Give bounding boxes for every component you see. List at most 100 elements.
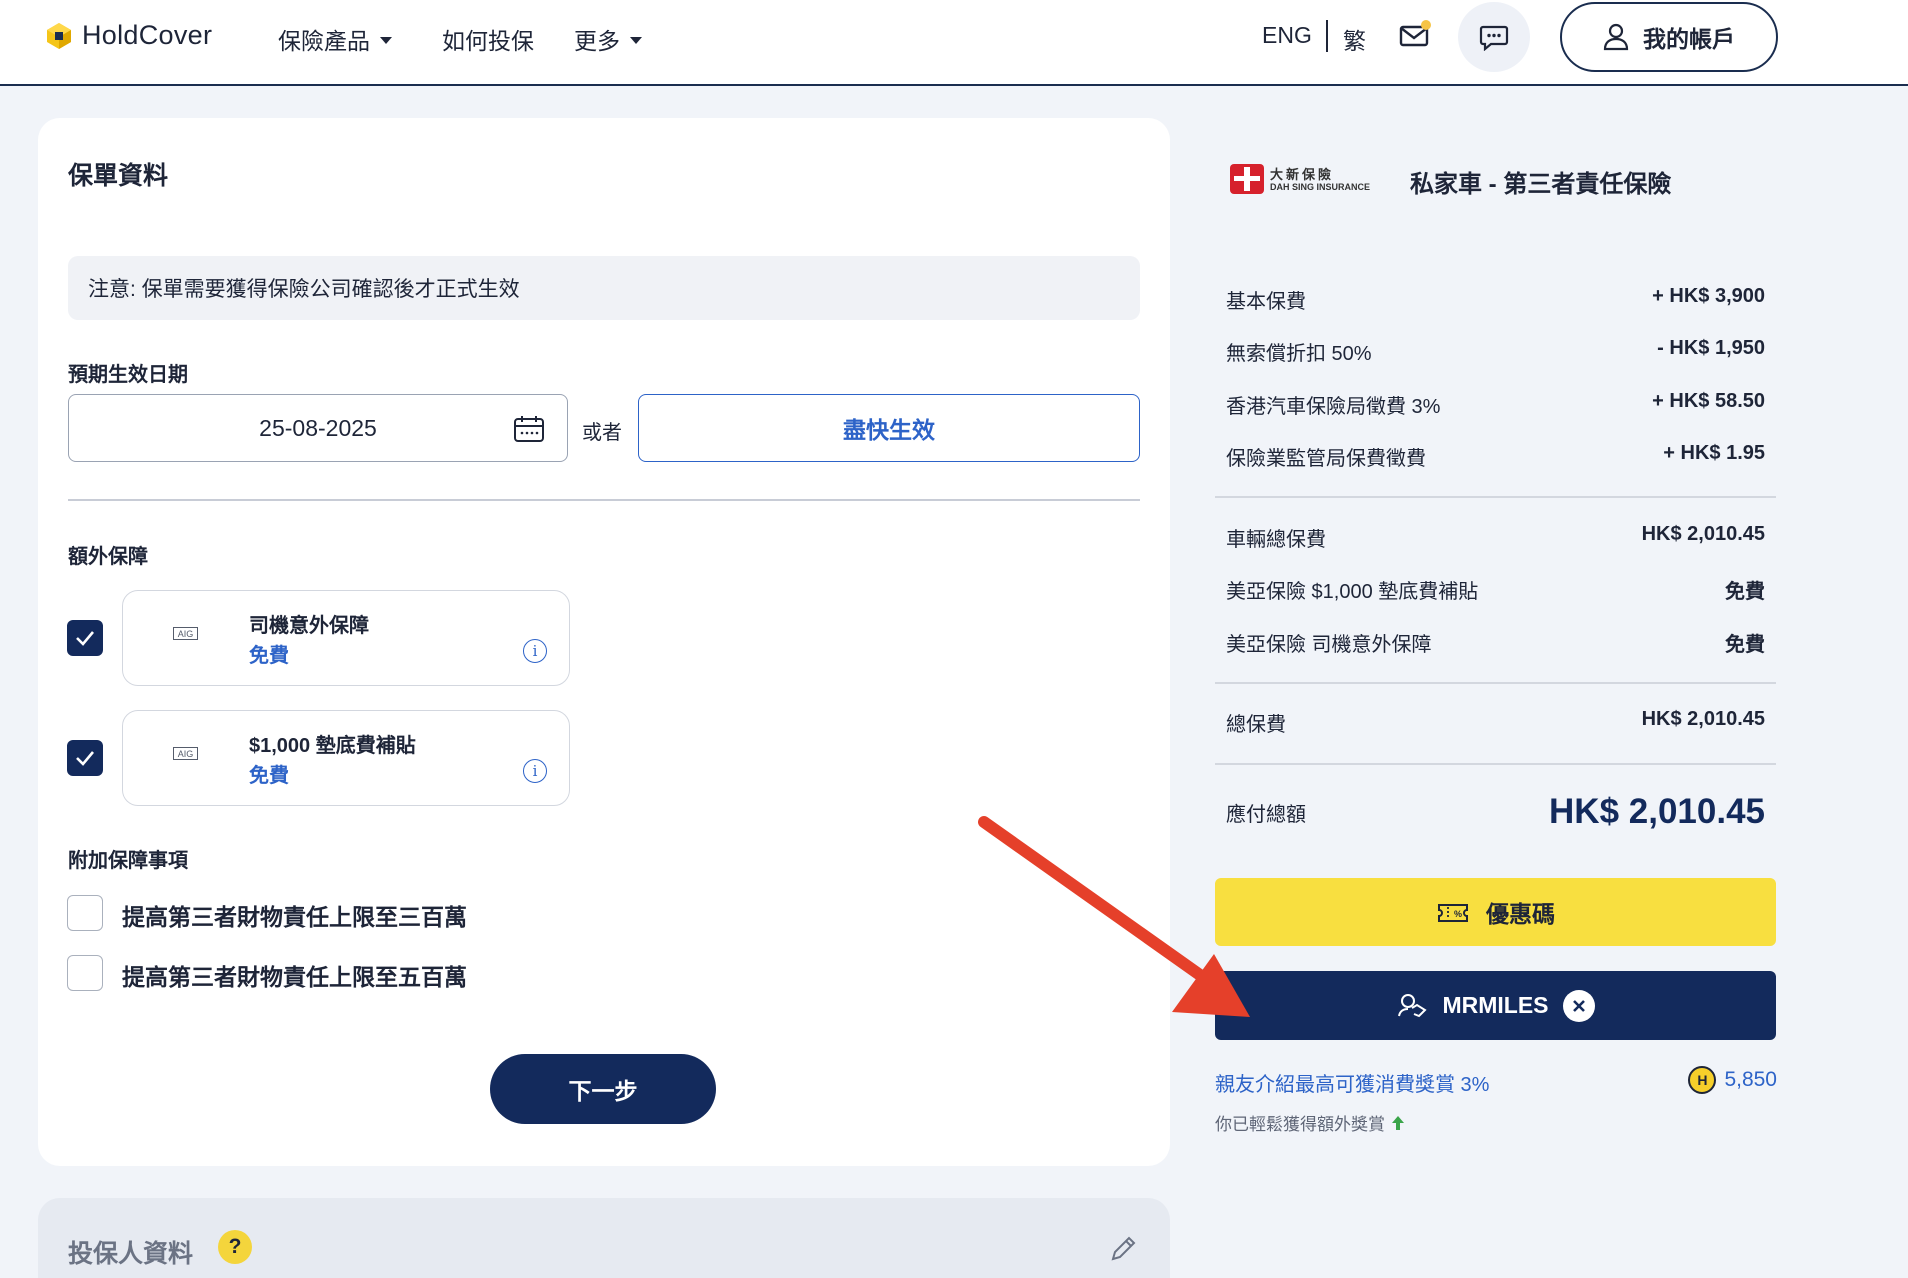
logo-cube-icon — [47, 22, 71, 49]
optional-coverage-label: 附加保障事項 — [68, 850, 188, 872]
total-premium-label: 總保費 — [1226, 714, 1286, 736]
fee-label: 美亞保險 $1,000 墊底費補貼 — [1226, 581, 1479, 603]
nav-products-label: 保險產品 — [278, 28, 370, 54]
fee-value: HK$ 2,010.45 — [1641, 523, 1765, 545]
fee-value: + HK$ 3,900 — [1652, 285, 1765, 307]
coupon-icon: % — [1438, 904, 1468, 922]
addon-checkbox-excess-subsidy[interactable] — [67, 740, 103, 776]
or-text: 或者 — [582, 422, 622, 444]
fee-label: 車輛總保費 — [1226, 529, 1326, 551]
fee-value: + HK$ 58.50 — [1652, 390, 1765, 412]
product-title: 私家車 - 第三者責任保險 — [1410, 171, 1672, 198]
info-icon[interactable]: i — [523, 759, 547, 783]
effective-date-label: 預期生效日期 — [68, 364, 188, 386]
fee-label: 美亞保險 司機意外保障 — [1226, 634, 1432, 656]
top-header: HoldCover 保險產品 如何投保 更多 ENG 繁 我的帳戶 — [0, 0, 1908, 86]
summary-divider — [1215, 496, 1776, 498]
pencil-icon[interactable] — [1108, 1234, 1138, 1264]
section-divider — [68, 499, 1140, 501]
optional-checkbox-3m[interactable] — [67, 895, 103, 931]
payable-label: 應付總額 — [1226, 804, 1306, 826]
fee-label: 無索償折扣 50% — [1226, 343, 1372, 365]
coin-icon: H — [1688, 1066, 1717, 1094]
policy-title: 保單資料 — [68, 162, 169, 190]
promo-code-button[interactable]: % 優惠碼 — [1215, 878, 1776, 946]
addon-checkbox-driver-accident[interactable] — [67, 620, 103, 656]
svg-text:%: % — [1454, 909, 1462, 919]
fee-label: 基本保費 — [1226, 291, 1306, 313]
addon-title: 司機意外保障 — [249, 615, 369, 637]
nav-more-label: 更多 — [574, 28, 620, 54]
addon-card-driver-accident[interactable]: AIG 司機意外保障 免費 i — [122, 590, 570, 686]
fee-value: 免費 — [1725, 581, 1765, 603]
nav-products[interactable]: 保險產品 — [278, 22, 392, 56]
addon-card-excess-subsidy[interactable]: AIG $1,000 墊底費補貼 免費 i — [122, 710, 570, 806]
dah-sing-mark-icon — [1230, 164, 1264, 194]
help-icon[interactable]: ? — [218, 1230, 252, 1264]
fee-label: 保險業監管局保費徵費 — [1226, 448, 1426, 470]
payable-amount: HK$ 2,010.45 — [1549, 792, 1765, 831]
handshake-icon — [1398, 993, 1428, 1017]
checkmark-icon — [76, 631, 94, 646]
nav-how-to[interactable]: 如何投保 — [442, 22, 534, 56]
mrmiles-label: MRMILES — [1442, 992, 1549, 1018]
nav-how-to-label: 如何投保 — [442, 28, 534, 54]
coins-balance: H 5,850 — [1688, 1066, 1777, 1094]
applicant-title: 投保人資料 — [68, 1240, 194, 1268]
asap-button[interactable]: 盡快生效 — [638, 394, 1140, 462]
referral-link[interactable]: 親友介紹最高可獲消費獎賞 3% — [1215, 1068, 1489, 1097]
fee-value: - HK$ 1,950 — [1657, 337, 1765, 359]
calendar-icon[interactable] — [513, 415, 545, 443]
addon-title: $1,000 墊底費補貼 — [249, 735, 416, 757]
addon-price: 免費 — [249, 645, 289, 667]
insurer-name-cn: 大新保險 — [1270, 167, 1335, 182]
close-icon[interactable] — [1562, 989, 1595, 1022]
fee-label: 香港汽車保險局徵費 3% — [1226, 396, 1441, 418]
total-premium-value: HK$ 2,010.45 — [1641, 708, 1765, 730]
extra-reward-text: 你已輕鬆獲得額外獎賞 — [1215, 1115, 1385, 1134]
mrmiles-button[interactable]: MRMILES — [1215, 971, 1776, 1040]
chat-button[interactable] — [1458, 2, 1530, 72]
summary-divider — [1215, 763, 1776, 765]
summary-divider — [1215, 682, 1776, 684]
chevron-down-icon — [380, 36, 392, 44]
extra-reward-note: 你已輕鬆獲得額外獎賞 — [1215, 1110, 1405, 1135]
insurer-name-en: DAH SING INSURANCE — [1270, 182, 1371, 192]
user-icon — [1603, 23, 1629, 51]
logo-text: HoldCover — [82, 20, 213, 50]
asap-label: 盡快生效 — [843, 417, 935, 443]
promo-code-label: 優惠碼 — [1486, 901, 1555, 927]
effective-date-value: 25-08-2025 — [259, 414, 377, 441]
addon-price: 免費 — [249, 765, 289, 787]
checkmark-icon — [76, 751, 94, 766]
notification-dot — [1421, 20, 1431, 30]
nav-more[interactable]: 更多 — [574, 22, 642, 56]
chevron-down-icon — [630, 36, 642, 44]
optional-item-5m[interactable]: 提高第三者財物責任上限至五百萬 — [122, 958, 467, 992]
policy-notice: 注意: 保單需要獲得保險公司確認後才正式生效 — [68, 256, 1140, 320]
arrow-up-icon — [1392, 1115, 1404, 1130]
next-button[interactable]: 下一步 — [490, 1054, 716, 1124]
policy-notice-text: 注意: 保單需要獲得保險公司確認後才正式生效 — [88, 278, 520, 301]
optional-checkbox-5m[interactable] — [67, 955, 103, 991]
account-label: 我的帳戶 — [1643, 26, 1735, 52]
lang-traditional[interactable]: 繁 — [1343, 22, 1366, 56]
dah-sing-logo: 大新保險 DAH SING INSURANCE — [1230, 164, 1382, 196]
aig-logo: AIG — [173, 747, 198, 760]
effective-date-input[interactable]: 25-08-2025 — [68, 394, 568, 462]
chat-icon — [1479, 25, 1509, 51]
account-button[interactable]: 我的帳戶 — [1560, 2, 1778, 72]
holdcover-logo[interactable]: HoldCover — [44, 20, 212, 51]
coins-value: 5,850 — [1724, 1068, 1777, 1091]
policy-card: 保單資料 注意: 保單需要獲得保險公司確認後才正式生效 預期生效日期 25-08… — [38, 118, 1170, 1166]
fee-value: 免費 — [1725, 634, 1765, 656]
fee-value: + HK$ 1.95 — [1663, 442, 1765, 464]
extra-coverage-label: 額外保障 — [68, 546, 148, 568]
lang-eng[interactable]: ENG — [1262, 22, 1312, 49]
lang-divider — [1326, 20, 1328, 52]
applicant-card: 投保人資料 ? — [38, 1198, 1170, 1278]
info-icon[interactable]: i — [523, 639, 547, 663]
next-label: 下一步 — [568, 1078, 638, 1104]
aig-logo: AIG — [173, 627, 198, 640]
optional-item-3m[interactable]: 提高第三者財物責任上限至三百萬 — [122, 898, 467, 932]
